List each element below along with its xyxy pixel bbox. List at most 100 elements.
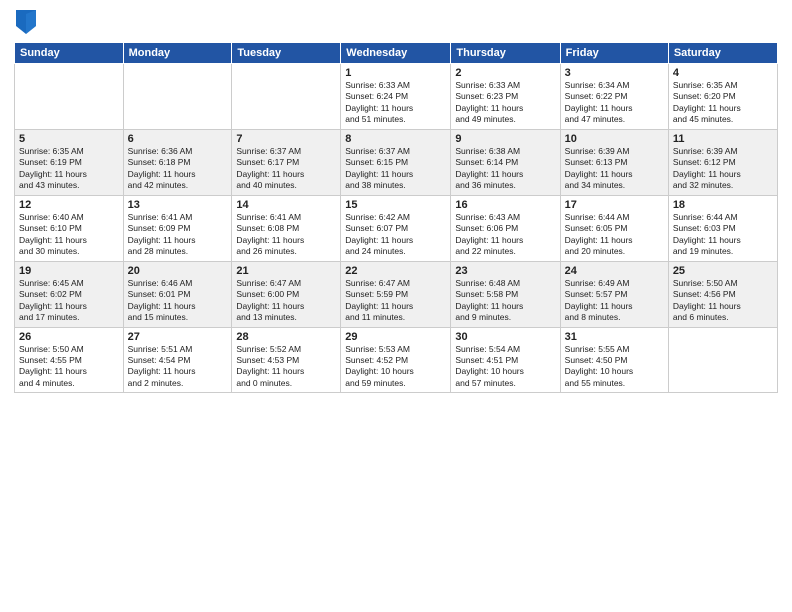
day-number: 29 [345, 331, 446, 343]
logo [14, 10, 36, 34]
day-info: Sunrise: 6:39 AMSunset: 6:13 PMDaylight:… [565, 146, 664, 192]
day-info: Sunrise: 6:39 AMSunset: 6:12 PMDaylight:… [673, 146, 773, 192]
day-info: Sunrise: 6:43 AMSunset: 6:06 PMDaylight:… [455, 212, 555, 258]
day-info: Sunrise: 5:55 AMSunset: 4:50 PMDaylight:… [565, 344, 664, 390]
calendar-cell: 6Sunrise: 6:36 AMSunset: 6:18 PMDaylight… [123, 129, 232, 195]
day-info: Sunrise: 5:52 AMSunset: 4:53 PMDaylight:… [236, 344, 336, 390]
calendar-header-sunday: Sunday [15, 43, 124, 64]
day-number: 10 [565, 133, 664, 145]
day-info: Sunrise: 6:48 AMSunset: 5:58 PMDaylight:… [455, 278, 555, 324]
day-info: Sunrise: 6:35 AMSunset: 6:19 PMDaylight:… [19, 146, 119, 192]
calendar-cell: 18Sunrise: 6:44 AMSunset: 6:03 PMDayligh… [668, 195, 777, 261]
day-number: 22 [345, 265, 446, 277]
calendar-cell: 7Sunrise: 6:37 AMSunset: 6:17 PMDaylight… [232, 129, 341, 195]
day-number: 16 [455, 199, 555, 211]
day-info: Sunrise: 6:41 AMSunset: 6:08 PMDaylight:… [236, 212, 336, 258]
day-info: Sunrise: 6:47 AMSunset: 6:00 PMDaylight:… [236, 278, 336, 324]
day-info: Sunrise: 6:38 AMSunset: 6:14 PMDaylight:… [455, 146, 555, 192]
day-number: 15 [345, 199, 446, 211]
calendar-cell: 20Sunrise: 6:46 AMSunset: 6:01 PMDayligh… [123, 261, 232, 327]
calendar-cell: 9Sunrise: 6:38 AMSunset: 6:14 PMDaylight… [451, 129, 560, 195]
day-number: 3 [565, 67, 664, 79]
calendar-cell: 30Sunrise: 5:54 AMSunset: 4:51 PMDayligh… [451, 327, 560, 393]
day-number: 26 [19, 331, 119, 343]
day-number: 6 [128, 133, 228, 145]
calendar-cell: 14Sunrise: 6:41 AMSunset: 6:08 PMDayligh… [232, 195, 341, 261]
day-info: Sunrise: 6:44 AMSunset: 6:05 PMDaylight:… [565, 212, 664, 258]
calendar-cell: 8Sunrise: 6:37 AMSunset: 6:15 PMDaylight… [341, 129, 451, 195]
day-number: 20 [128, 265, 228, 277]
calendar-cell: 12Sunrise: 6:40 AMSunset: 6:10 PMDayligh… [15, 195, 124, 261]
calendar-cell: 28Sunrise: 5:52 AMSunset: 4:53 PMDayligh… [232, 327, 341, 393]
day-number: 1 [345, 67, 446, 79]
calendar-header-tuesday: Tuesday [232, 43, 341, 64]
calendar-week-row: 26Sunrise: 5:50 AMSunset: 4:55 PMDayligh… [15, 327, 778, 393]
day-info: Sunrise: 5:54 AMSunset: 4:51 PMDaylight:… [455, 344, 555, 390]
day-number: 7 [236, 133, 336, 145]
calendar-cell: 5Sunrise: 6:35 AMSunset: 6:19 PMDaylight… [15, 129, 124, 195]
day-info: Sunrise: 6:49 AMSunset: 5:57 PMDaylight:… [565, 278, 664, 324]
day-info: Sunrise: 6:40 AMSunset: 6:10 PMDaylight:… [19, 212, 119, 258]
calendar-cell: 22Sunrise: 6:47 AMSunset: 5:59 PMDayligh… [341, 261, 451, 327]
day-info: Sunrise: 6:33 AMSunset: 6:24 PMDaylight:… [345, 80, 446, 126]
calendar-cell: 11Sunrise: 6:39 AMSunset: 6:12 PMDayligh… [668, 129, 777, 195]
day-number: 25 [673, 265, 773, 277]
day-info: Sunrise: 6:35 AMSunset: 6:20 PMDaylight:… [673, 80, 773, 126]
day-number: 4 [673, 67, 773, 79]
day-number: 12 [19, 199, 119, 211]
day-number: 21 [236, 265, 336, 277]
day-info: Sunrise: 6:44 AMSunset: 6:03 PMDaylight:… [673, 212, 773, 258]
day-number: 18 [673, 199, 773, 211]
calendar-cell: 3Sunrise: 6:34 AMSunset: 6:22 PMDaylight… [560, 64, 668, 130]
calendar-header-monday: Monday [123, 43, 232, 64]
calendar-cell: 31Sunrise: 5:55 AMSunset: 4:50 PMDayligh… [560, 327, 668, 393]
day-info: Sunrise: 6:42 AMSunset: 6:07 PMDaylight:… [345, 212, 446, 258]
calendar-cell: 1Sunrise: 6:33 AMSunset: 6:24 PMDaylight… [341, 64, 451, 130]
calendar-cell: 10Sunrise: 6:39 AMSunset: 6:13 PMDayligh… [560, 129, 668, 195]
calendar-cell: 27Sunrise: 5:51 AMSunset: 4:54 PMDayligh… [123, 327, 232, 393]
calendar-cell: 24Sunrise: 6:49 AMSunset: 5:57 PMDayligh… [560, 261, 668, 327]
calendar-header-saturday: Saturday [668, 43, 777, 64]
day-number: 8 [345, 133, 446, 145]
day-number: 31 [565, 331, 664, 343]
day-number: 24 [565, 265, 664, 277]
calendar-cell [15, 64, 124, 130]
day-number: 19 [19, 265, 119, 277]
day-number: 11 [673, 133, 773, 145]
calendar-cell: 13Sunrise: 6:41 AMSunset: 6:09 PMDayligh… [123, 195, 232, 261]
calendar-cell: 4Sunrise: 6:35 AMSunset: 6:20 PMDaylight… [668, 64, 777, 130]
day-info: Sunrise: 5:51 AMSunset: 4:54 PMDaylight:… [128, 344, 228, 390]
calendar-week-row: 19Sunrise: 6:45 AMSunset: 6:02 PMDayligh… [15, 261, 778, 327]
calendar-cell: 15Sunrise: 6:42 AMSunset: 6:07 PMDayligh… [341, 195, 451, 261]
day-number: 17 [565, 199, 664, 211]
calendar-cell: 23Sunrise: 6:48 AMSunset: 5:58 PMDayligh… [451, 261, 560, 327]
page: SundayMondayTuesdayWednesdayThursdayFrid… [0, 0, 792, 612]
day-number: 14 [236, 199, 336, 211]
calendar-cell [668, 327, 777, 393]
day-info: Sunrise: 6:33 AMSunset: 6:23 PMDaylight:… [455, 80, 555, 126]
calendar-header-thursday: Thursday [451, 43, 560, 64]
calendar-week-row: 1Sunrise: 6:33 AMSunset: 6:24 PMDaylight… [15, 64, 778, 130]
day-info: Sunrise: 6:37 AMSunset: 6:15 PMDaylight:… [345, 146, 446, 192]
day-info: Sunrise: 5:50 AMSunset: 4:55 PMDaylight:… [19, 344, 119, 390]
calendar-week-row: 12Sunrise: 6:40 AMSunset: 6:10 PMDayligh… [15, 195, 778, 261]
calendar-cell: 2Sunrise: 6:33 AMSunset: 6:23 PMDaylight… [451, 64, 560, 130]
day-info: Sunrise: 6:36 AMSunset: 6:18 PMDaylight:… [128, 146, 228, 192]
day-number: 2 [455, 67, 555, 79]
calendar-cell: 21Sunrise: 6:47 AMSunset: 6:00 PMDayligh… [232, 261, 341, 327]
day-number: 23 [455, 265, 555, 277]
day-number: 27 [128, 331, 228, 343]
day-number: 13 [128, 199, 228, 211]
day-info: Sunrise: 6:46 AMSunset: 6:01 PMDaylight:… [128, 278, 228, 324]
calendar-cell: 29Sunrise: 5:53 AMSunset: 4:52 PMDayligh… [341, 327, 451, 393]
calendar-cell: 26Sunrise: 5:50 AMSunset: 4:55 PMDayligh… [15, 327, 124, 393]
day-info: Sunrise: 5:50 AMSunset: 4:56 PMDaylight:… [673, 278, 773, 324]
calendar-table: SundayMondayTuesdayWednesdayThursdayFrid… [14, 42, 778, 393]
calendar-header-row: SundayMondayTuesdayWednesdayThursdayFrid… [15, 43, 778, 64]
calendar-cell [123, 64, 232, 130]
calendar-header-friday: Friday [560, 43, 668, 64]
calendar-header-wednesday: Wednesday [341, 43, 451, 64]
day-info: Sunrise: 6:34 AMSunset: 6:22 PMDaylight:… [565, 80, 664, 126]
day-number: 5 [19, 133, 119, 145]
day-number: 9 [455, 133, 555, 145]
